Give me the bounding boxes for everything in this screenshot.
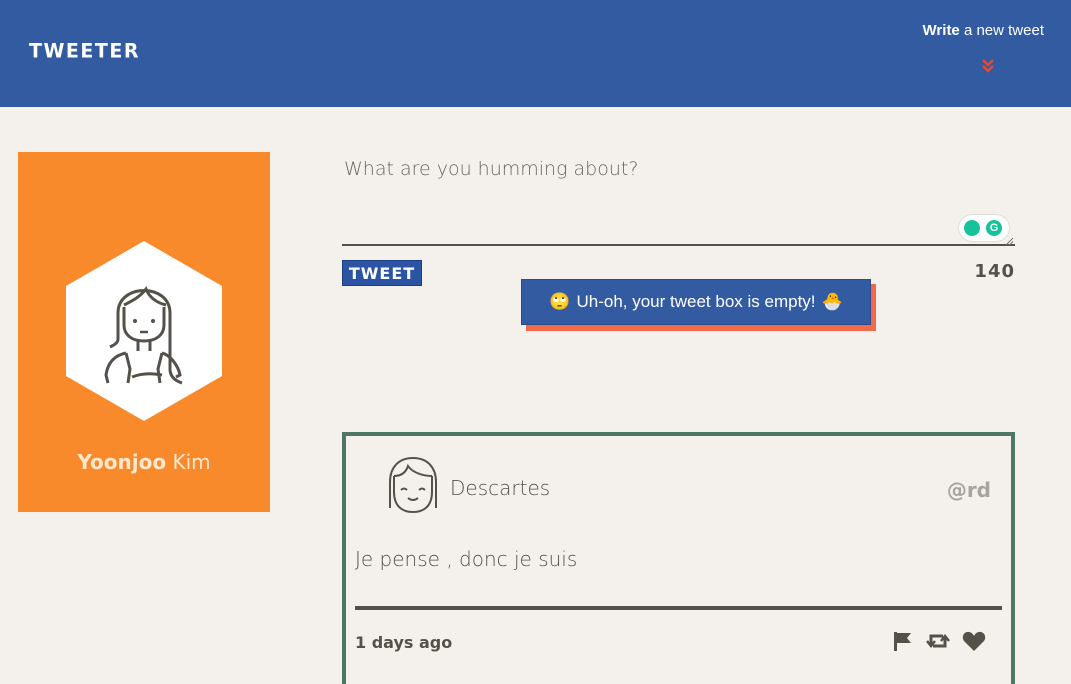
brand-logo[interactable]: TWEETER bbox=[29, 39, 140, 62]
tweet-author-handle: @rd bbox=[946, 478, 991, 502]
girl-avatar-icon bbox=[66, 241, 222, 421]
tweet-author-name: Descartes bbox=[450, 476, 551, 500]
flag-icon[interactable] bbox=[892, 630, 914, 656]
resize-handle-icon[interactable] bbox=[1006, 238, 1013, 245]
tweet-content: Je pense , donc je suis bbox=[355, 547, 578, 571]
character-counter: 140 bbox=[974, 261, 1015, 282]
profile-name: Yoonjoo Kim bbox=[18, 450, 270, 474]
tweet-timestamp: 1 days ago bbox=[355, 633, 453, 652]
tweet-actions bbox=[892, 630, 986, 656]
tweet-textarea[interactable] bbox=[342, 152, 1015, 246]
tweet-button[interactable]: TWEET bbox=[342, 260, 422, 286]
write-word: Write bbox=[922, 22, 960, 39]
profile-last-name: Kim bbox=[166, 450, 211, 474]
lightbulb-icon[interactable] bbox=[964, 220, 980, 236]
profile-first-name: Yoonjoo bbox=[77, 450, 167, 474]
profile-card: Yoonjoo Kim bbox=[18, 152, 270, 512]
heart-icon[interactable] bbox=[962, 630, 986, 656]
empty-tweet-error: 🙄 Uh-oh, your tweet box is empty! 🐣 bbox=[521, 279, 876, 331]
double-chevron-down-icon[interactable] bbox=[981, 58, 995, 74]
grammarly-icon[interactable]: G bbox=[986, 220, 1002, 236]
top-nav: TWEETER Write a new tweet bbox=[0, 0, 1071, 107]
grammarly-widget[interactable]: G bbox=[959, 215, 1009, 241]
new-tweet-text: a new tweet bbox=[959, 22, 1044, 39]
retweet-icon[interactable] bbox=[926, 630, 950, 656]
error-message: 🙄 Uh-oh, your tweet box is empty! 🐣 bbox=[521, 279, 871, 325]
hatching-chick-emoji-icon: 🐣 bbox=[821, 292, 843, 311]
write-tweet-toggle[interactable]: Write a new tweet bbox=[904, 22, 1044, 80]
error-text: Uh-oh, your tweet box is empty! bbox=[576, 292, 816, 311]
tweet-divider bbox=[355, 606, 1002, 610]
eye-roll-emoji-icon: 🙄 bbox=[549, 292, 571, 311]
tweet-card: Descartes @rd Je pense , donc je suis 1 … bbox=[342, 432, 1015, 684]
write-tweet-label: Write a new tweet bbox=[904, 22, 1044, 39]
smiling-girl-avatar-icon bbox=[389, 457, 437, 514]
